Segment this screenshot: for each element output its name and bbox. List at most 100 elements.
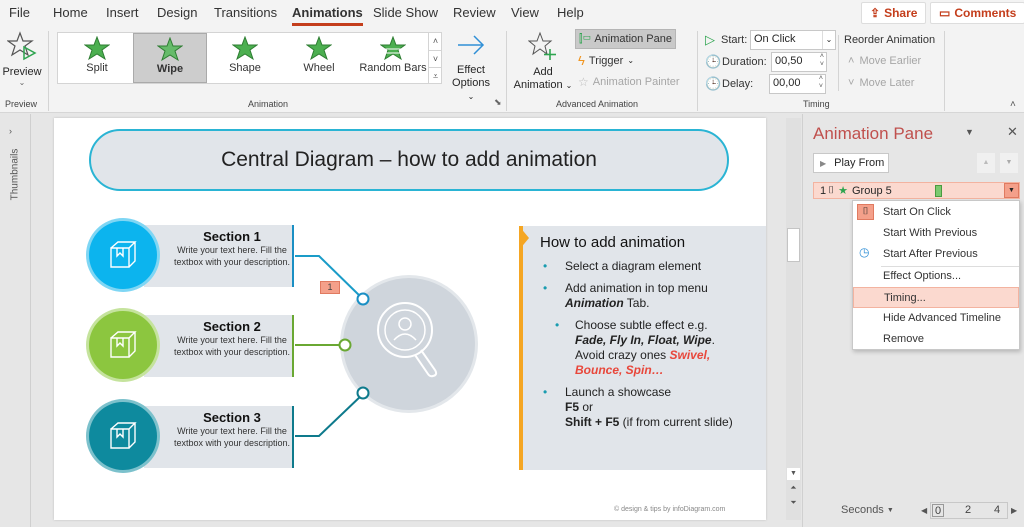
thumbnails-strip[interactable]: › Thumbnails: [0, 114, 31, 527]
tab-home[interactable]: Home: [53, 5, 88, 20]
pane-title: Animation Pane: [813, 124, 934, 143]
info-bullet: Add animation in top menuAnimation Tab.: [543, 281, 758, 311]
central-circle[interactable]: [343, 278, 475, 410]
tab-review[interactable]: Review: [453, 5, 496, 20]
timeline-scale[interactable]: 0 2 4: [930, 502, 1008, 519]
gallery-scroll-down[interactable]: ˅: [428, 50, 442, 67]
slide-canvas[interactable]: Central Diagram – how to add animation S…: [54, 118, 766, 520]
play-icon: ▶: [820, 158, 827, 168]
animation-painter-button[interactable]: ☆ Animation Painter: [578, 75, 680, 89]
timeline-left-icon[interactable]: ◀: [921, 506, 927, 515]
divider: [944, 31, 945, 111]
tab-file[interactable]: File: [9, 5, 30, 20]
animation-random-bars[interactable]: Random Bars: [356, 33, 430, 83]
animation-pane-button[interactable]: ⫿▭ Animation Pane: [575, 29, 676, 49]
seconds-dropdown[interactable]: Seconds ▼: [841, 504, 894, 518]
tab-help[interactable]: Help: [557, 5, 584, 20]
info-sub-bullet: Choose subtle effect e.g.Fade, Fly In, F…: [543, 318, 758, 378]
add-star-icon: [527, 31, 556, 60]
scroll-down-icon[interactable]: ▼: [787, 468, 800, 480]
star-effect-icon: [306, 36, 332, 61]
chevron-up-icon: ˄: [848, 55, 855, 67]
next-slide-icon[interactable]: ⏷: [787, 498, 800, 508]
tab-design[interactable]: Design: [157, 5, 197, 20]
spinner-icon[interactable]: ˄ ˅: [820, 53, 824, 69]
animation-wheel[interactable]: Wheel: [282, 33, 356, 83]
timeline-right-icon[interactable]: ▶: [1011, 506, 1017, 515]
move-up-button[interactable]: ▲: [977, 153, 995, 173]
animation-split[interactable]: Split: [60, 33, 134, 83]
preview-button[interactable]: Preview ⌄: [2, 31, 42, 91]
animation-wipe[interactable]: Wipe: [133, 33, 207, 83]
spinner-icon[interactable]: ˄ ˅: [819, 75, 823, 91]
scroll-thumb[interactable]: [787, 228, 800, 262]
info-heading: How to add animation: [540, 234, 686, 251]
painter-star-icon: ☆: [578, 75, 589, 89]
info-box[interactable]: How to add animation Select a diagram el…: [519, 226, 766, 470]
collapse-ribbon-icon[interactable]: ˄: [1010, 99, 1016, 110]
comment-icon: ▭: [939, 6, 951, 20]
chevron-down-icon: ▼: [886, 507, 894, 514]
timeline-bar[interactable]: [935, 185, 942, 197]
effect-options-button[interactable]: Effect Options ⌄: [448, 31, 494, 103]
context-menu: ⌷ Start On Click Start With Previous ◷ S…: [852, 200, 1020, 350]
tab-view[interactable]: View: [511, 5, 539, 20]
divider: [697, 31, 698, 111]
info-bullet: Launch a showcaseF5 orShift + F5 (if fro…: [543, 385, 758, 430]
tab-slide-show[interactable]: Slide Show: [373, 5, 438, 20]
play-from-button[interactable]: ▶ Play From: [813, 153, 889, 173]
duration-input[interactable]: 00,50 ˄ ˅: [771, 52, 827, 72]
tab-insert[interactable]: Insert: [106, 5, 139, 20]
slide-footer: © design & tips by infoDiagram.com: [614, 506, 726, 513]
expand-chevron-icon[interactable]: ›: [9, 126, 12, 136]
menu-timing[interactable]: Timing...: [853, 287, 1019, 308]
group-label-animation: Animation: [248, 99, 289, 109]
share-icon: ⇪: [870, 6, 881, 20]
move-later-button[interactable]: ˅ Move Later: [848, 77, 914, 89]
comments-button[interactable]: ▭ Comments: [930, 2, 1024, 24]
delay-clock-icon: 🕒: [705, 76, 722, 91]
start-play-icon: ▷: [705, 32, 715, 47]
group-label-timing: Timing: [803, 99, 830, 109]
animation-item-group-5[interactable]: 1 ⌷ ★ Group 5 ▼: [813, 182, 1020, 199]
divider: [48, 31, 49, 111]
move-down-button[interactable]: ▼: [1000, 153, 1018, 173]
menu-effect-options[interactable]: Effect Options...: [853, 266, 1019, 287]
pane-options-icon[interactable]: ▼: [965, 127, 974, 137]
animation-shape[interactable]: Shape: [208, 33, 282, 83]
share-button[interactable]: ⇪ Share: [861, 2, 927, 24]
start-select[interactable]: On Click ⌄: [750, 30, 836, 50]
gallery-more[interactable]: ⩡: [428, 67, 442, 84]
gallery-scroll-up[interactable]: ˄: [428, 33, 442, 50]
chevron-down-icon: ⌄: [18, 78, 26, 87]
chevron-down-icon: ⌄: [822, 31, 835, 49]
animation-pane: Animation Pane ▼ ✕ ▶ Play From ▲ ▼ 1 ⌷ ★…: [802, 114, 1024, 527]
delay-input[interactable]: 00,00 ˄ ˅: [769, 74, 826, 94]
orange-marker: [519, 226, 529, 250]
menu-hide-advanced-timeline[interactable]: Hide Advanced Timeline: [853, 308, 1019, 329]
menu-bar: File Home Insert Design Transitions Anim…: [0, 0, 1024, 27]
menu-remove[interactable]: Remove: [853, 329, 1019, 350]
close-icon[interactable]: ✕: [1007, 124, 1018, 140]
animation-order-tag[interactable]: 1: [320, 281, 340, 294]
star-effect-icon: [84, 36, 110, 61]
dialog-launcher-icon[interactable]: ⬊: [494, 97, 502, 108]
divider: [838, 35, 839, 91]
animation-gallery: Split Wipe Shape Wheel Random Bars ˄ ˅ ⩡: [57, 32, 442, 84]
group-label-preview: Preview: [5, 99, 38, 109]
magnifier-person-icon: [377, 302, 438, 378]
menu-start-on-click[interactable]: Start On Click: [853, 202, 1019, 223]
move-earlier-button[interactable]: ˄ Move Earlier: [848, 55, 921, 67]
tab-animations[interactable]: Animations: [292, 5, 363, 26]
tab-transitions[interactable]: Transitions: [214, 5, 277, 20]
menu-start-with-previous[interactable]: Start With Previous: [853, 223, 1019, 244]
info-bullet: Select a diagram element: [543, 259, 758, 274]
menu-start-after-previous[interactable]: Start After Previous: [853, 244, 1019, 265]
add-animation-button[interactable]: Add Animation ⌄: [512, 31, 574, 92]
slide-scrollbar[interactable]: ▼ ⏶ ⏷: [786, 118, 801, 520]
item-dropdown-button[interactable]: ▼: [1004, 183, 1019, 198]
group-label-advanced: Advanced Animation: [556, 99, 639, 109]
previous-slide-icon[interactable]: ⏶: [787, 483, 800, 493]
trigger-button[interactable]: ϟ Trigger ⌄: [578, 53, 634, 68]
star-effect-icon: [380, 36, 406, 61]
